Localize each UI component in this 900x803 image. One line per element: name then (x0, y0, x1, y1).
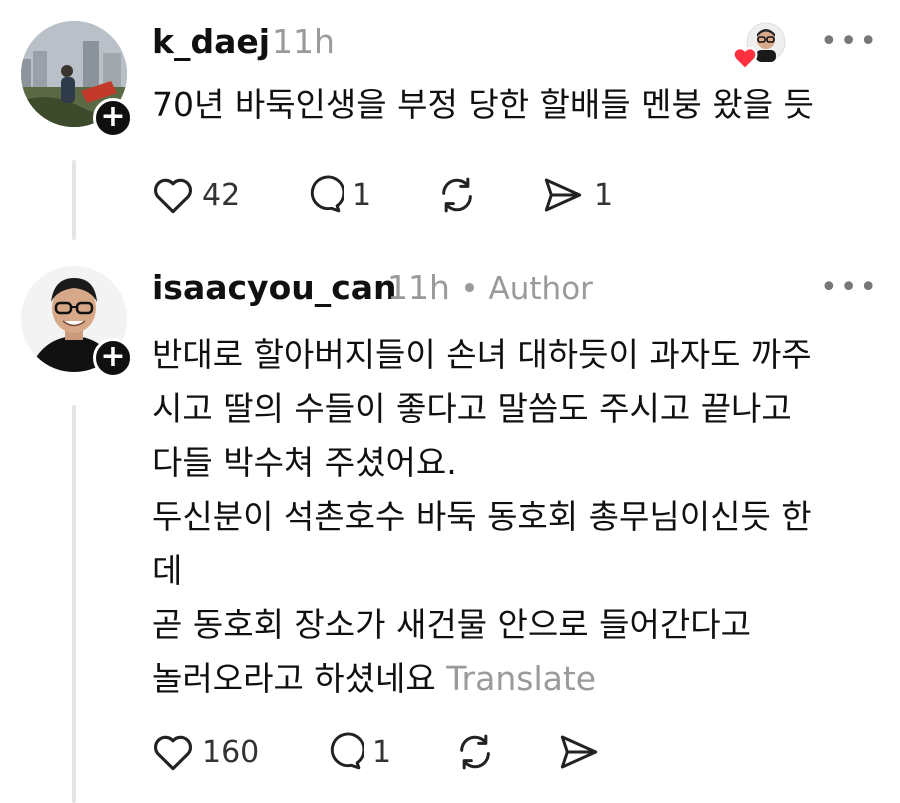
reply-post-1: + k_daej 11h ••• 70년 바둑인생을 부정 당한 할배들 멘붕 … (0, 0, 900, 250)
reply-button[interactable]: 1 (322, 732, 391, 772)
text-line: 곧 동호회 장소가 새건물 안으로 들어간다고 (152, 605, 751, 644)
send-icon (544, 178, 582, 212)
heart-outline-icon (154, 178, 192, 214)
follow-button[interactable]: + (93, 338, 133, 378)
thread-line (72, 405, 76, 803)
share-button[interactable]: 1 (540, 175, 613, 215)
send-icon (560, 735, 598, 769)
text-line: 데 (152, 551, 183, 590)
reply-button[interactable]: 1 (302, 175, 371, 215)
like-button[interactable]: 160 (152, 732, 259, 772)
repost-button[interactable] (454, 732, 496, 772)
liked-by-author-avatar (732, 22, 786, 70)
reply-count: 1 (352, 177, 372, 213)
heart-outline-icon (154, 735, 192, 771)
share-button[interactable] (556, 732, 602, 772)
like-button[interactable]: 42 (152, 175, 240, 215)
comment-icon (310, 175, 344, 213)
post-text: 반대로 할아버지들이 손녀 대하듯이 과자도 까주시고 딸의 수들이 좋다고 말… (152, 328, 812, 706)
timestamp: 11h • Author (387, 268, 593, 307)
reply-count: 1 (372, 734, 392, 770)
repost-button[interactable] (436, 175, 478, 215)
translate-link[interactable]: Translate (446, 659, 596, 698)
timestamp-value: 11h (387, 268, 450, 307)
username[interactable]: k_daej (152, 22, 270, 61)
like-count: 160 (202, 734, 260, 770)
timestamp: 11h (272, 22, 335, 61)
last-line: 놀러오라고 하셨네요 Translate (152, 652, 812, 706)
more-options-button[interactable]: ••• (820, 24, 879, 59)
thread-line (72, 160, 76, 240)
more-options-button[interactable]: ••• (820, 270, 879, 305)
username[interactable]: isaacyou_can (152, 268, 397, 307)
text-line: 놀러오라고 하셨네요 (152, 659, 436, 698)
like-count: 42 (202, 177, 241, 213)
share-count: 1 (594, 177, 614, 213)
text-line: 두신분이 석촌호수 바둑 동호회 총무님이신듯 한 (152, 497, 812, 536)
follow-button[interactable]: + (93, 98, 133, 138)
text-line: 다들 박수쳐 주셨어요. (152, 443, 457, 482)
reply-post-2: + isaacyou_can 11h • Author ••• 반대로 할아버지… (0, 250, 900, 803)
author-tag: • Author (460, 271, 593, 307)
heart-icon (732, 47, 758, 70)
repost-icon (442, 177, 472, 213)
text-line: 시고 딸의 수들이 좋다고 말씀도 주시고 끝나고 (152, 389, 792, 428)
repost-icon (460, 734, 490, 770)
text-line: 반대로 할아버지들이 손녀 대하듯이 과자도 까주 (152, 335, 812, 374)
comment-icon (330, 732, 364, 770)
post-text: 70년 바둑인생을 부정 당한 할배들 멘붕 왔을 듯 (152, 85, 814, 124)
